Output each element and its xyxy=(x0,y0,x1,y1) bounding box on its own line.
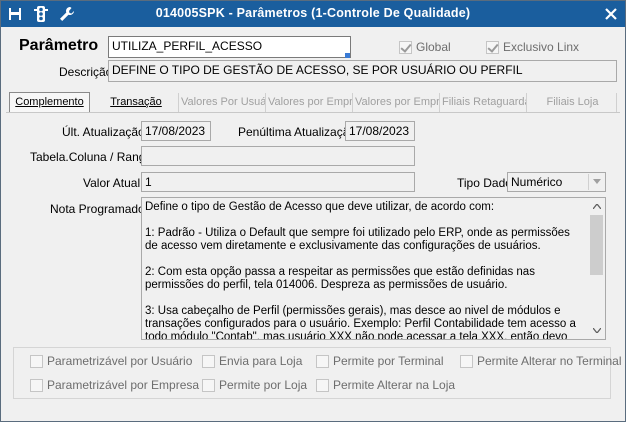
tab-valores-por-empresa-2[interactable]: Valores por Empresa xyxy=(355,93,440,113)
parametro-label: Parâmetro xyxy=(19,37,99,54)
descricao-field[interactable]: DEFINE O TIPO DE GESTÃO DE ACESSO, SE PO… xyxy=(108,60,617,82)
tab-filiais-retaguarda[interactable]: Filiais Retaguarda xyxy=(442,93,527,113)
tab-transacao[interactable]: Transação xyxy=(94,93,179,113)
tabela-coluna-field[interactable] xyxy=(141,146,415,166)
option-label: Parametrizável por Usuário xyxy=(47,354,193,368)
option-label: Permite Alterar no Terminal xyxy=(477,354,622,368)
tipo-dado-label: Tipo Dado xyxy=(457,176,512,190)
checkbox-box xyxy=(316,378,329,392)
checkbox-box xyxy=(202,354,215,368)
exclusivo-linx-checkbox[interactable]: Exclusivo Linx xyxy=(486,40,579,54)
checkbox-box xyxy=(316,354,329,368)
option-label: Envia para Loja xyxy=(219,354,303,368)
option-label: Permite por Terminal xyxy=(333,354,444,368)
permite-alterar-loja-checkbox[interactable]: Permite Alterar na Loja xyxy=(316,378,455,392)
tipo-dado-select[interactable]: Numérico xyxy=(507,172,606,192)
nota-programador-memo[interactable]: Define o tipo de Gestão de Acesso que de… xyxy=(141,197,606,340)
tab-complemento[interactable]: Complemento xyxy=(9,92,90,113)
penultima-atualizacao-label: Penúltima Atualização xyxy=(238,125,357,139)
window-title: 014005SPK - Parâmetros (1-Controle De Qu… xyxy=(155,6,471,20)
status-bar xyxy=(1,411,625,421)
checkbox-box xyxy=(30,378,43,392)
memo-scrollbar[interactable] xyxy=(588,198,605,339)
chevron-down-icon[interactable] xyxy=(588,174,604,190)
resize-grip-icon xyxy=(345,53,350,58)
nota-programador-label: Nota Programador xyxy=(50,202,149,216)
tipo-dado-value: Numérico xyxy=(511,175,563,189)
parametro-field[interactable]: UTILIZA_PERFIL_ACESSO xyxy=(108,36,351,58)
tabela-coluna-label: Tabela.Coluna / Range xyxy=(30,150,153,164)
exclusivo-label: Exclusivo Linx xyxy=(503,40,580,54)
parametros-window: 014005SPK - Parâmetros (1-Controle De Qu… xyxy=(0,0,626,422)
tab-valores-por-usuario[interactable]: Valores Por Usuário xyxy=(181,93,266,113)
global-check-icon xyxy=(399,40,412,54)
scroll-thumb[interactable] xyxy=(590,215,603,275)
checkbox-box xyxy=(202,378,215,392)
penultima-atualizacao-field[interactable]: 17/08/2023 xyxy=(345,121,415,141)
checkbox-box xyxy=(460,354,473,368)
tab-valores-por-empresa-1[interactable]: Valores por Empresa xyxy=(268,93,353,113)
global-label: Global xyxy=(416,40,451,54)
checkbox-box xyxy=(30,354,43,368)
close-icon[interactable] xyxy=(601,4,621,24)
option-label: Permite por Loja xyxy=(219,378,308,392)
global-checkbox[interactable]: Global xyxy=(399,40,451,54)
tab-filiais-loja[interactable]: Filiais Loja xyxy=(529,93,617,113)
valor-atual-label: Valor Atual xyxy=(83,176,141,190)
permite-alterar-terminal-checkbox[interactable]: Permite Alterar no Terminal xyxy=(460,354,622,368)
option-label: Permite Alterar na Loja xyxy=(333,378,456,392)
option-label: Parametrizável por Empresa xyxy=(47,378,200,392)
ult-atualizacao-label: Últ. Atualização xyxy=(62,125,145,139)
scroll-up-icon[interactable] xyxy=(588,198,605,215)
parametrizavel-usuario-checkbox[interactable]: Parametrizável por Usuário xyxy=(30,354,192,368)
scroll-down-icon[interactable] xyxy=(588,322,605,339)
tab-bar: Complemento Transação Valores Por Usuári… xyxy=(6,92,620,113)
descricao-label: Descrição xyxy=(59,65,113,79)
envia-para-loja-checkbox[interactable]: Envia para Loja xyxy=(202,354,302,368)
permite-por-loja-checkbox[interactable]: Permite por Loja xyxy=(202,378,307,392)
title-bar: 014005SPK - Parâmetros (1-Controle De Qu… xyxy=(1,1,625,27)
ult-atualizacao-field[interactable]: 17/08/2023 xyxy=(141,121,211,141)
parametrizavel-empresa-checkbox[interactable]: Parametrizável por Empresa xyxy=(30,378,199,392)
exclusivo-check-icon xyxy=(486,40,499,54)
permite-por-terminal-checkbox[interactable]: Permite por Terminal xyxy=(316,354,443,368)
valor-atual-field[interactable]: 1 xyxy=(141,172,415,192)
nota-programador-text: Define o tipo de Gestão de Acesso que de… xyxy=(145,201,576,340)
